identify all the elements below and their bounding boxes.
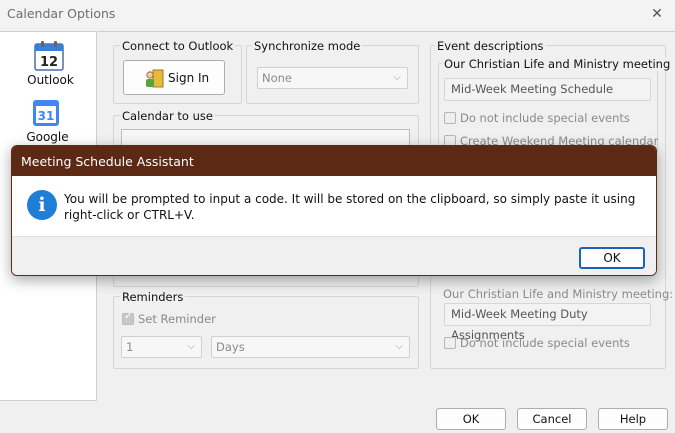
help-button[interactable]: Help: [598, 408, 668, 430]
reminder-amount-select[interactable]: 1 ⌵: [121, 336, 202, 358]
chevron-down-icon: ⌵: [187, 341, 195, 352]
midweek-schedule-input[interactable]: Mid-Week Meeting Schedule: [444, 78, 651, 101]
no-special-events-box-2: [444, 337, 456, 349]
nav-item-google[interactable]: 31 Google: [0, 92, 95, 146]
sync-mode-value: None: [262, 71, 293, 85]
sync-mode-select[interactable]: None ⌵: [257, 67, 408, 89]
message-box-ok-button[interactable]: OK: [579, 247, 645, 269]
nav-label-outlook: Outlook: [27, 73, 74, 87]
duty-assignments-label: Our Christian Life and Ministry meeting:: [443, 287, 674, 301]
reminders-group-title: Reminders: [120, 290, 186, 304]
sign-in-icon: [146, 69, 164, 88]
chevron-down-icon: ⌵: [395, 341, 403, 352]
sign-in-button[interactable]: Sign In: [123, 60, 225, 95]
connect-group-title: Connect to Outlook: [120, 39, 236, 53]
message-box-text: You will be prompted to input a code. It…: [64, 192, 636, 222]
reminder-amount-value: 1: [126, 340, 134, 354]
cancel-button[interactable]: Cancel: [517, 408, 587, 430]
close-icon[interactable]: ✕: [647, 4, 667, 24]
google-calendar-icon: 31: [33, 100, 59, 126]
title-bar: Calendar Options ✕: [0, 0, 675, 28]
outlook-calendar-icon: 12: [34, 41, 64, 71]
event-descriptions-title: Event descriptions: [435, 39, 546, 53]
calendar-group-title: Calendar to use: [120, 109, 215, 123]
reminder-unit-value: Days: [216, 340, 245, 354]
outlook-icon-day: 12: [40, 55, 58, 70]
message-box-footer: OK: [12, 236, 656, 275]
window-title: Calendar Options: [7, 6, 116, 21]
info-icon: i: [27, 190, 57, 220]
no-special-events-label-1: Do not include special events: [460, 111, 630, 125]
sign-in-label: Sign In: [168, 71, 210, 85]
message-box-title: Meeting Schedule Assistant: [21, 154, 194, 169]
no-special-events-box-1: [444, 112, 456, 124]
chevron-down-icon: ⌵: [393, 72, 401, 83]
nav-item-outlook[interactable]: 12 Outlook: [0, 35, 95, 89]
sync-group-title: Synchronize mode: [252, 39, 363, 53]
nav-label-google: Google: [26, 130, 69, 144]
ok-button[interactable]: OK: [436, 408, 506, 430]
reminder-unit-select[interactable]: Days ⌵: [211, 336, 410, 358]
reminders-group: [113, 296, 419, 369]
message-box: Meeting Schedule Assistant i You will be…: [11, 145, 657, 276]
midweek-subgroup-title: Our Christian Life and Ministry meeting: [442, 57, 673, 71]
google-icon-day: 31: [38, 109, 55, 123]
set-reminder-label: Set Reminder: [138, 312, 216, 326]
message-box-header: Meeting Schedule Assistant: [12, 146, 656, 176]
duty-assignments-input[interactable]: Mid-Week Meeting Duty Assignments: [444, 303, 651, 342]
set-reminder-box: [122, 311, 134, 325]
no-special-events-label-2: Do not include special events: [460, 336, 630, 350]
